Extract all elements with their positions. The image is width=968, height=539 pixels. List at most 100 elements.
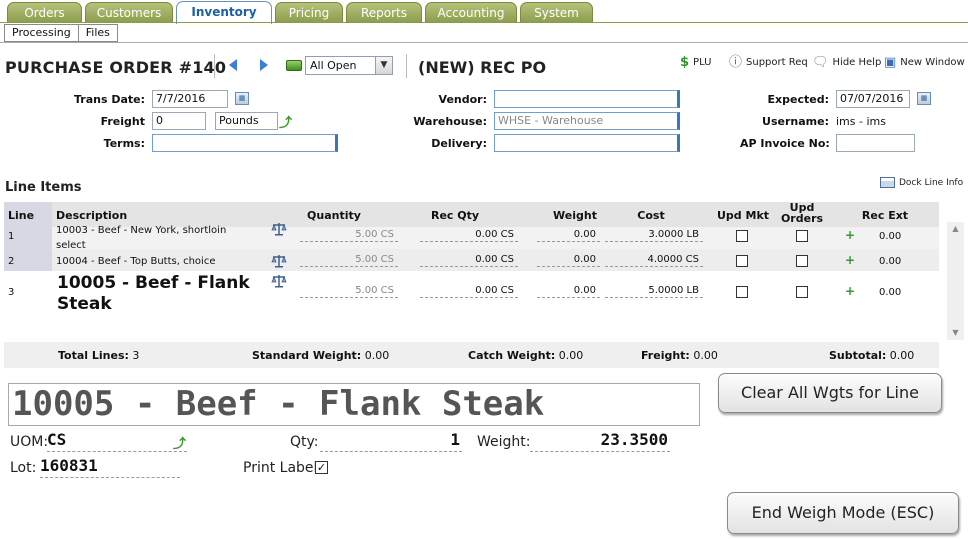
dock-line-info-label: Dock Line Info bbox=[899, 177, 964, 188]
update-market-checkbox[interactable] bbox=[736, 286, 748, 298]
dollar-icon: $ bbox=[680, 55, 690, 70]
ap-invoice-field[interactable] bbox=[836, 134, 915, 152]
calendar-icon[interactable]: ▦ bbox=[917, 92, 931, 105]
rec-qty-field[interactable]: 0.00 CS bbox=[420, 284, 518, 298]
new-window-button[interactable]: ▣ New Window bbox=[884, 56, 965, 69]
subtab-files[interactable]: Files bbox=[77, 24, 118, 42]
subtotal: Subtotal: 0.00 bbox=[829, 349, 914, 362]
scale-icon[interactable] bbox=[271, 254, 287, 268]
line-number: 1 bbox=[8, 231, 15, 242]
update-market-checkbox[interactable] bbox=[736, 255, 748, 267]
freight-field[interactable]: 0 bbox=[152, 112, 206, 130]
total-lines-value: 3 bbox=[132, 349, 140, 362]
add-icon[interactable]: + bbox=[845, 253, 855, 267]
username-label: Username: bbox=[762, 115, 829, 128]
scroll-up-icon[interactable]: ▲ bbox=[947, 222, 964, 236]
uom-field[interactable]: CS bbox=[47, 431, 187, 452]
item-description: 10003 - Beef - New York, shortloin selec… bbox=[56, 225, 227, 251]
weight-field[interactable]: 0.00 bbox=[537, 253, 600, 267]
update-orders-checkbox[interactable] bbox=[796, 286, 808, 298]
tab-pricing[interactable]: Pricing bbox=[275, 2, 343, 23]
dock-line-info-button[interactable]: Dock Line Info bbox=[880, 177, 963, 188]
rec-qty-field[interactable]: 0.00 CS bbox=[420, 228, 518, 242]
filter-list-icon[interactable] bbox=[286, 60, 302, 71]
tab-customers[interactable]: Customers bbox=[85, 2, 173, 23]
freight-label: Freight bbox=[100, 115, 145, 128]
catch-weight-label: Catch Weight: bbox=[468, 349, 556, 362]
quantity-field[interactable]: 5.00 CS bbox=[300, 284, 398, 298]
vendor-label: Vendor: bbox=[438, 93, 487, 106]
total-lines-label: Total Lines: bbox=[58, 349, 129, 362]
grid-scrollbar[interactable]: ▲ ▼ bbox=[947, 222, 964, 340]
freight-total: Freight: 0.00 bbox=[641, 349, 718, 362]
rec-qty-field[interactable]: 0.00 CS bbox=[420, 253, 518, 267]
expected-date-field[interactable]: 07/07/2016 bbox=[836, 90, 910, 108]
expected-label: Expected: bbox=[767, 93, 829, 106]
weight-label: Weight: bbox=[477, 434, 531, 450]
add-icon[interactable]: + bbox=[845, 284, 855, 298]
add-icon[interactable]: + bbox=[845, 228, 855, 242]
hide-help-label: Hide Help bbox=[832, 57, 882, 68]
tab-inventory[interactable]: Inventory bbox=[176, 1, 272, 24]
weight-field[interactable]: 23.3500 bbox=[530, 431, 670, 452]
cost-field[interactable]: 5.0000 LB bbox=[605, 284, 703, 298]
new-window-label: New Window bbox=[900, 57, 965, 68]
trans-date-field[interactable]: 7/7/2016 bbox=[152, 90, 228, 108]
terms-field[interactable] bbox=[152, 134, 338, 152]
cost-field[interactable]: 4.0000 CS bbox=[605, 253, 703, 267]
vendor-field[interactable] bbox=[494, 90, 680, 108]
weight-field[interactable]: 0.00 bbox=[537, 284, 600, 298]
status-filter-select[interactable]: All Open ▼ bbox=[305, 56, 393, 75]
divider bbox=[214, 54, 215, 78]
plu-button[interactable]: $ PLU bbox=[680, 56, 711, 69]
clear-all-weights-button[interactable]: Clear All Wgts for Line bbox=[718, 373, 942, 413]
hide-help-button[interactable]: 🗨 Hide Help bbox=[812, 56, 881, 69]
freight-unit-field[interactable]: Pounds bbox=[215, 112, 278, 130]
warehouse-field[interactable]: WHSE - Warehouse bbox=[494, 112, 680, 130]
line-number: 3 bbox=[8, 287, 15, 298]
end-weigh-mode-button[interactable]: End Weigh Mode (ESC) bbox=[727, 492, 959, 534]
col-header-rec-ext: Rec Ext bbox=[861, 209, 909, 222]
status-filter-value: All Open bbox=[310, 59, 357, 72]
tab-system[interactable]: System bbox=[520, 2, 593, 23]
catch-weight: Catch Weight: 0.00 bbox=[468, 349, 583, 362]
scale-icon[interactable] bbox=[271, 274, 287, 288]
freight-total-label: Freight: bbox=[641, 349, 690, 362]
weight-field[interactable]: 0.00 bbox=[537, 228, 600, 242]
print-label-checkbox[interactable]: ✓ bbox=[315, 461, 328, 474]
quantity-field[interactable]: 5.00 CS bbox=[300, 228, 398, 242]
subtotal-value: 0.00 bbox=[889, 349, 915, 362]
cost-field[interactable]: 3.0000 LB bbox=[605, 228, 703, 242]
support-request-button[interactable]: ⓘ Support Req bbox=[729, 56, 808, 69]
total-lines: Total Lines: 3 bbox=[58, 349, 139, 362]
prev-record-icon[interactable] bbox=[227, 58, 239, 72]
update-orders-checkbox[interactable] bbox=[796, 230, 808, 242]
terms-label: Terms: bbox=[103, 137, 145, 150]
item-description: 10005 - Beef - Flank Steak bbox=[57, 273, 250, 314]
calendar-icon[interactable]: ▦ bbox=[235, 92, 249, 105]
qty-field[interactable]: 1 bbox=[320, 431, 462, 452]
scroll-down-icon[interactable]: ▼ bbox=[947, 326, 964, 340]
lot-field[interactable]: 160831 bbox=[40, 457, 180, 478]
page-title: PURCHASE ORDER #140 bbox=[5, 58, 227, 77]
tab-reports[interactable]: Reports bbox=[346, 2, 422, 23]
col-header-upd-mkt: Upd Mkt bbox=[716, 209, 770, 222]
tab-orders[interactable]: Orders bbox=[7, 2, 82, 23]
update-market-checkbox[interactable] bbox=[736, 230, 748, 242]
subtab-processing[interactable]: Processing bbox=[4, 24, 78, 42]
scale-icon[interactable] bbox=[271, 222, 287, 236]
warehouse-label: Warehouse: bbox=[413, 115, 487, 128]
uom-label: UOM: bbox=[10, 434, 49, 450]
quantity-field[interactable]: 5.00 CS bbox=[300, 253, 398, 267]
tab-divider bbox=[0, 22, 968, 23]
update-orders-checkbox[interactable] bbox=[796, 255, 808, 267]
swap-units-icon[interactable]: ⤴ bbox=[279, 112, 292, 131]
tab-accounting[interactable]: Accounting bbox=[425, 2, 517, 23]
chevron-down-icon[interactable]: ▼ bbox=[375, 57, 392, 74]
swap-units-icon[interactable]: ⤴ bbox=[173, 433, 186, 452]
delivery-field[interactable] bbox=[494, 134, 680, 152]
freight-total-value: 0.00 bbox=[693, 349, 718, 362]
next-record-icon[interactable] bbox=[258, 58, 270, 72]
username-value: ims - ims bbox=[836, 115, 886, 128]
support-label: Support Req bbox=[746, 57, 808, 68]
